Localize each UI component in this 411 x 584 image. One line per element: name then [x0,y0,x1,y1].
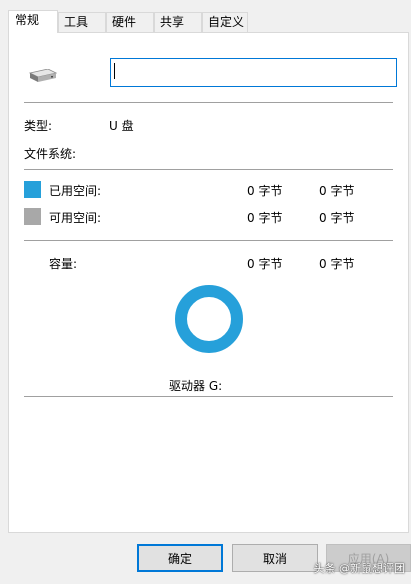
separator-middle-top [24,169,393,170]
free-space-size: 0 字节 [319,211,355,225]
tab-bar: 常规 工具 硬件 共享 自定义 [0,10,411,33]
separator-bottom [24,396,393,397]
capacity-size: 0 字节 [319,257,355,271]
filesystem-label: 文件系统: [24,147,77,161]
tab-hardware[interactable]: 硬件 [106,12,154,32]
separator-top [24,102,393,103]
ok-button[interactable]: 确定 [137,544,223,572]
tab-tools-label: 工具 [64,15,89,29]
tab-customize-label: 自定义 [208,15,245,29]
general-panel: 类型: U 盘 文件系统: 已用空间: 0 字节 0 字节 可用空间: 0 字节… [8,32,409,533]
free-space-bytes: 0 字节 [247,211,283,225]
drive-name-input[interactable] [110,58,397,87]
tab-general[interactable]: 常规 [8,10,58,33]
cancel-button[interactable]: 取消 [232,544,318,572]
tab-sharing-label: 共享 [160,15,185,29]
type-label: 类型: [24,119,53,133]
free-space-swatch [24,208,41,225]
tab-tools[interactable]: 工具 [58,12,106,32]
type-value: U 盘 [109,119,134,133]
capacity-label: 容量: [49,257,78,271]
capacity-bytes: 0 字节 [247,257,283,271]
tab-customize[interactable]: 自定义 [202,12,248,32]
tab-sharing[interactable]: 共享 [154,12,202,32]
drive-letter-label: 驱动器 G: [169,379,223,393]
used-space-size: 0 字节 [319,184,355,198]
free-space-label: 可用空间: [49,211,102,225]
usage-donut-chart [175,285,243,353]
tab-general-label: 常规 [15,13,40,27]
text-caret [114,63,115,79]
used-space-swatch [24,181,41,198]
tab-hardware-label: 硬件 [112,15,137,29]
watermark-text: 头条 @新鼠想评团 [313,562,406,575]
separator-middle-bottom [24,240,393,241]
used-space-label: 已用空间: [49,184,102,198]
used-space-bytes: 0 字节 [247,184,283,198]
usb-drive-icon [28,69,57,82]
